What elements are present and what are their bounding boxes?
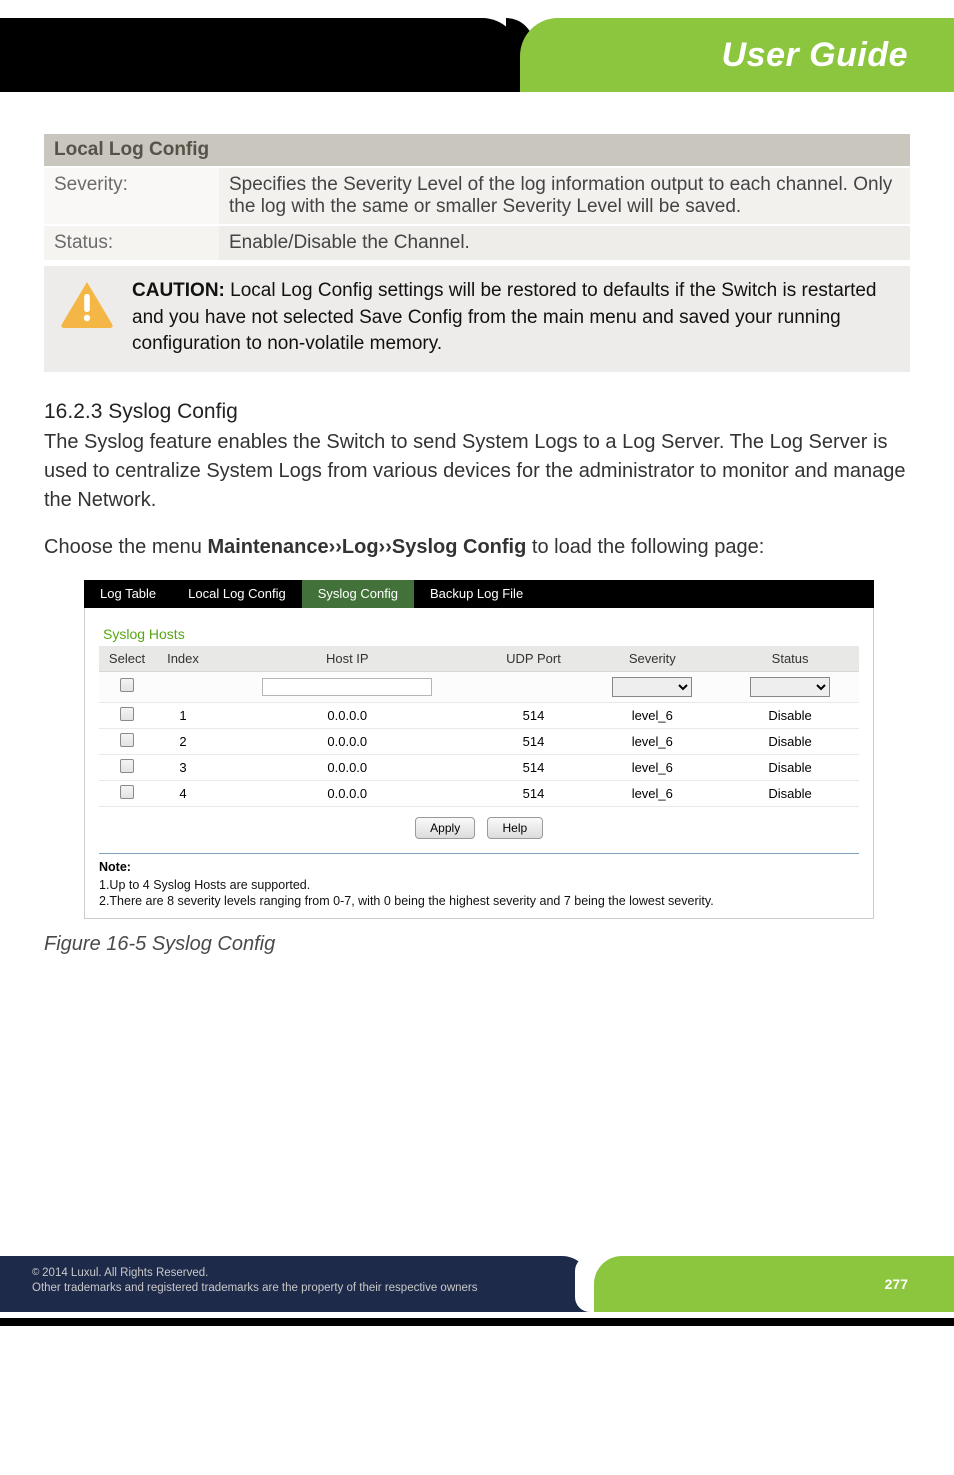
- help-button[interactable]: Help: [487, 817, 543, 839]
- footer-bottom-bar: [0, 1318, 954, 1326]
- section-heading: 16.2.3 Syslog Config: [44, 400, 910, 424]
- table-row: 1 0.0.0.0 514 level_6 Disable: [99, 702, 859, 728]
- cell-udpport: 514: [484, 754, 584, 780]
- section-p1: The Syslog feature enables the Switch to…: [44, 428, 910, 515]
- local-log-config-title: Local Log Config: [44, 134, 910, 167]
- button-row: Apply Help: [99, 807, 859, 841]
- table-header-row: Select Index Host IP UDP Port Severity S…: [99, 646, 859, 672]
- section-p2a: Choose the menu: [44, 536, 207, 558]
- tabs: Log Table Local Log Config Syslog Config…: [84, 580, 874, 608]
- tab-backup-log-file[interactable]: Backup Log File: [414, 580, 539, 608]
- header-badge: User Guide: [722, 36, 908, 75]
- table-input-row: [99, 671, 859, 702]
- panel-title: Syslog Hosts: [103, 626, 859, 642]
- cell-severity: level_6: [583, 702, 721, 728]
- header-band: User Guide: [0, 0, 954, 128]
- select-all-checkbox[interactable]: [120, 678, 134, 692]
- tab-log-table[interactable]: Log Table: [84, 580, 172, 608]
- table-row: 4 0.0.0.0 514 level_6 Disable: [99, 780, 859, 806]
- row-checkbox[interactable]: [120, 759, 134, 773]
- cell-hostip: 0.0.0.0: [211, 702, 484, 728]
- section-p2: Choose the menu Maintenance››Log››Syslog…: [44, 533, 910, 562]
- divider: [99, 853, 859, 854]
- severity-select[interactable]: [612, 677, 692, 697]
- status-value: Enable/Disable the Channel.: [219, 225, 910, 261]
- cell-status: Disable: [721, 780, 859, 806]
- col-hostip: Host IP: [211, 646, 484, 672]
- row-checkbox[interactable]: [120, 733, 134, 747]
- copyright-symbol: ©: [32, 1267, 42, 1278]
- syslog-hosts-panel: Syslog Hosts Select Index Host IP UDP Po…: [84, 608, 874, 919]
- status-select[interactable]: [750, 677, 830, 697]
- footer: © 2014 Luxul. All Rights Reserved. Other…: [0, 1256, 954, 1326]
- cell-hostip: 0.0.0.0: [211, 754, 484, 780]
- hostip-input[interactable]: [262, 678, 432, 696]
- apply-button[interactable]: Apply: [415, 817, 475, 839]
- figure-caption: Figure 16-5 Syslog Config: [44, 933, 910, 956]
- cell-index: 2: [155, 728, 211, 754]
- cell-hostip: 0.0.0.0: [211, 728, 484, 754]
- page-number: 277: [885, 1276, 908, 1292]
- syslog-hosts-table: Select Index Host IP UDP Port Severity S…: [99, 646, 859, 807]
- cell-severity: level_6: [583, 728, 721, 754]
- cell-severity: level_6: [583, 754, 721, 780]
- note-2: 2.There are 8 severity levels ranging fr…: [99, 894, 859, 908]
- col-severity: Severity: [583, 646, 721, 672]
- col-index: Index: [155, 646, 211, 672]
- local-log-config-table: Local Log Config Severity: Specifies the…: [44, 134, 910, 262]
- col-status: Status: [721, 646, 859, 672]
- note-label: Note:: [99, 860, 859, 874]
- severity-label: Severity:: [44, 167, 219, 225]
- cell-status: Disable: [721, 728, 859, 754]
- cell-udpport: 514: [484, 780, 584, 806]
- table-row: 2 0.0.0.0 514 level_6 Disable: [99, 728, 859, 754]
- col-select: Select: [99, 646, 155, 672]
- status-label: Status:: [44, 225, 219, 261]
- col-udpport: UDP Port: [484, 646, 584, 672]
- severity-value: Specifies the Severity Level of the log …: [219, 167, 910, 225]
- footer-line2: Other trademarks and registered trademar…: [32, 1282, 478, 1294]
- caution-body: Local Log Config settings will be restor…: [132, 280, 877, 354]
- tab-local-log-config[interactable]: Local Log Config: [172, 580, 302, 608]
- header-black-shape: [0, 18, 520, 92]
- caution-lead: CAUTION:: [132, 280, 225, 301]
- cell-index: 4: [155, 780, 211, 806]
- cell-udpport: 514: [484, 728, 584, 754]
- caution-text: CAUTION: Local Log Config settings will …: [132, 278, 894, 358]
- syslog-config-screenshot: Log Table Local Log Config Syslog Config…: [84, 580, 874, 919]
- section-p2b: Maintenance››Log››Syslog Config: [207, 536, 526, 558]
- note-1: 1.Up to 4 Syslog Hosts are supported.: [99, 878, 859, 892]
- cell-severity: level_6: [583, 780, 721, 806]
- cell-udpport: 514: [484, 702, 584, 728]
- header-green-shape: User Guide: [520, 18, 954, 92]
- footer-page-badge: 277: [594, 1256, 954, 1312]
- footer-line1: 2014 Luxul. All Rights Reserved.: [42, 1267, 208, 1279]
- row-checkbox[interactable]: [120, 785, 134, 799]
- cell-status: Disable: [721, 702, 859, 728]
- caution-box: CAUTION: Local Log Config settings will …: [44, 266, 910, 372]
- footer-left: © 2014 Luxul. All Rights Reserved. Other…: [0, 1256, 590, 1312]
- caution-icon: [60, 280, 114, 328]
- section-p2c: to load the following page:: [526, 536, 764, 558]
- table-row: 3 0.0.0.0 514 level_6 Disable: [99, 754, 859, 780]
- row-checkbox[interactable]: [120, 707, 134, 721]
- cell-index: 3: [155, 754, 211, 780]
- cell-hostip: 0.0.0.0: [211, 780, 484, 806]
- cell-status: Disable: [721, 754, 859, 780]
- cell-index: 1: [155, 702, 211, 728]
- tab-syslog-config[interactable]: Syslog Config: [302, 580, 414, 608]
